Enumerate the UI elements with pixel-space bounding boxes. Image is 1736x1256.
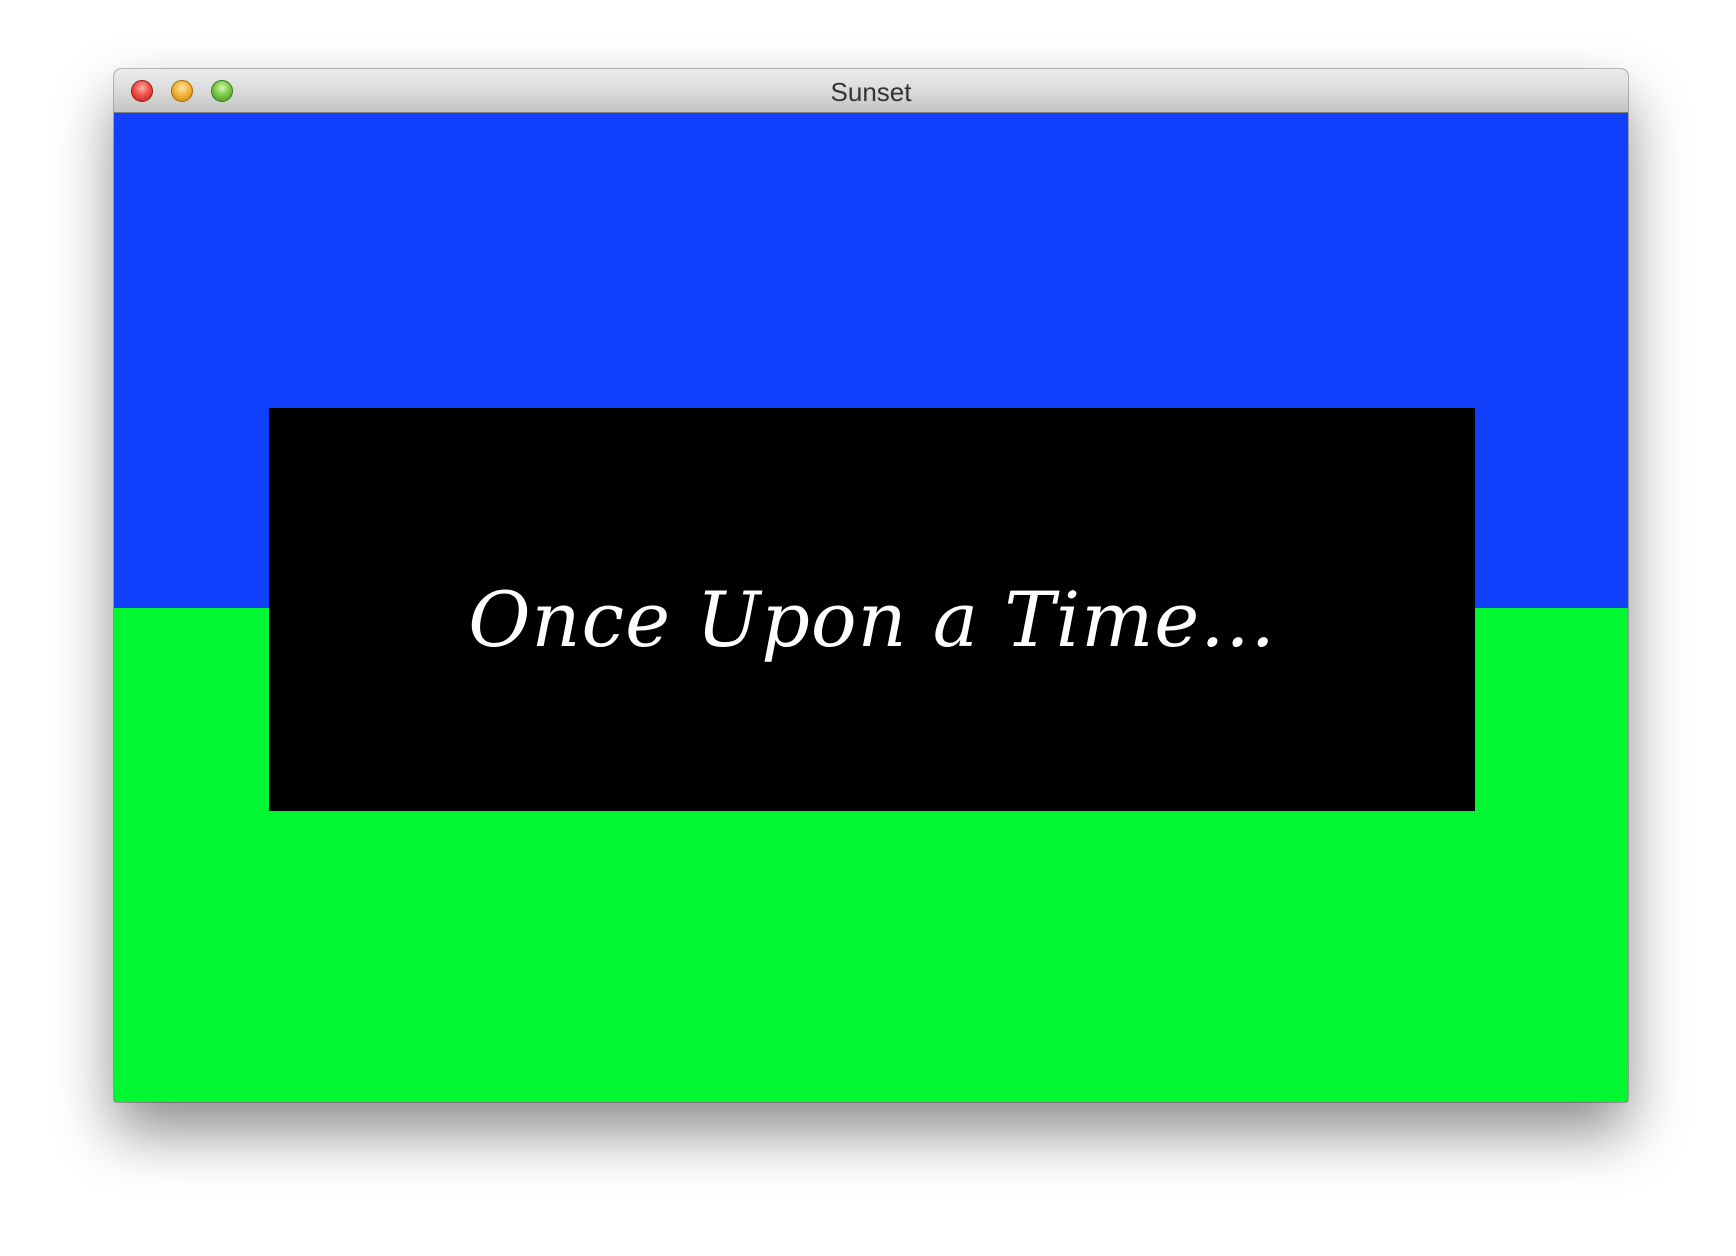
scene-canvas: Once Upon a Time... xyxy=(114,113,1628,1102)
app-window: Sunset Once Upon a Time... xyxy=(114,69,1628,1102)
desktop-background: Sunset Once Upon a Time... xyxy=(0,0,1736,1256)
window-titlebar[interactable]: Sunset xyxy=(114,69,1628,113)
caption-text: Once Upon a Time... xyxy=(468,575,1276,664)
window-title: Sunset xyxy=(830,77,912,107)
caption-panel: Once Upon a Time... xyxy=(269,408,1475,811)
